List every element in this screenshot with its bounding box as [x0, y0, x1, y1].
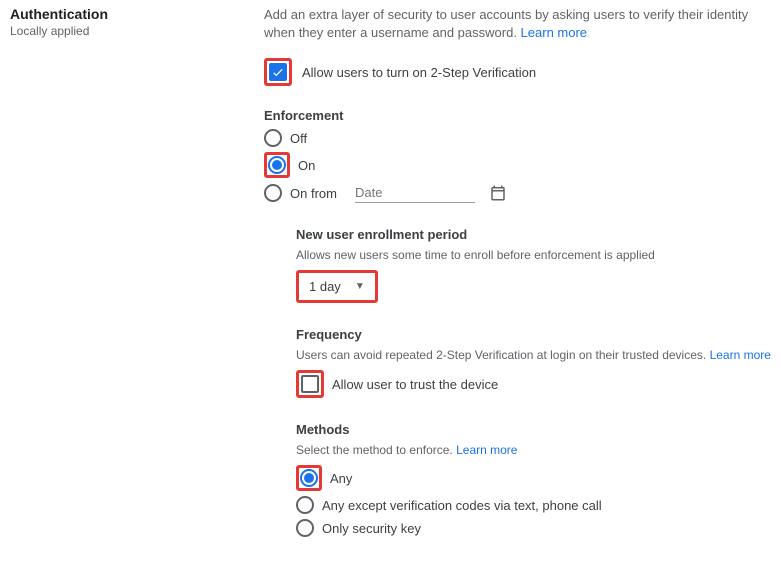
methods-any-label: Any: [330, 471, 352, 486]
chevron-down-icon: ▼: [355, 281, 365, 292]
enrollment-title: New user enrollment period: [296, 227, 771, 242]
methods-sub: Select the method to enforce. Learn more: [296, 443, 771, 457]
description-text: Add an extra layer of security to user a…: [264, 7, 748, 40]
auth-title: Authentication: [10, 6, 264, 22]
enrollment-dropdown[interactable]: 1 day ▼: [299, 273, 375, 300]
calendar-icon[interactable]: [489, 184, 507, 202]
highlight-box: 1 day ▼: [296, 270, 378, 303]
trust-device-label: Allow user to trust the device: [332, 377, 498, 392]
frequency-sub: Users can avoid repeated 2-Step Verifica…: [296, 348, 771, 362]
enforcement-onfrom-label: On from: [290, 186, 337, 201]
description: Add an extra layer of security to user a…: [264, 6, 771, 42]
frequency-title: Frequency: [296, 327, 771, 342]
enforcement-title: Enforcement: [264, 108, 771, 123]
learn-more-link[interactable]: Learn more: [521, 25, 587, 40]
highlight-box: [296, 465, 322, 491]
methods-learn-more-link[interactable]: Learn more: [456, 443, 517, 457]
methods-except-label: Any except verification codes via text, …: [322, 498, 602, 513]
enrollment-dropdown-value: 1 day: [309, 279, 341, 294]
frequency-learn-more-link[interactable]: Learn more: [710, 348, 771, 362]
highlight-box: [264, 152, 290, 178]
check-icon: [271, 65, 285, 79]
frequency-sub-text: Users can avoid repeated 2-Step Verifica…: [296, 348, 710, 362]
methods-title: Methods: [296, 422, 771, 437]
methods-sub-text: Select the method to enforce.: [296, 443, 456, 457]
enrollment-sub: Allows new users some time to enroll bef…: [296, 248, 771, 262]
methods-any-radio[interactable]: [300, 469, 318, 487]
methods-except-radio[interactable]: [296, 496, 314, 514]
trust-device-checkbox[interactable]: [301, 375, 319, 393]
highlight-box: [264, 58, 292, 86]
auth-scope: Locally applied: [10, 24, 264, 38]
enforcement-onfrom-radio[interactable]: [264, 184, 282, 202]
highlight-box: [296, 370, 324, 398]
enforcement-on-radio[interactable]: [268, 156, 286, 174]
allow-2sv-label: Allow users to turn on 2-Step Verificati…: [302, 65, 536, 80]
enforcement-date-input[interactable]: [355, 183, 475, 203]
allow-2sv-checkbox[interactable]: [269, 63, 287, 81]
methods-onlykey-label: Only security key: [322, 521, 421, 536]
enforcement-on-label: On: [298, 158, 315, 173]
methods-onlykey-radio[interactable]: [296, 519, 314, 537]
enforcement-off-radio[interactable]: [264, 129, 282, 147]
enforcement-off-label: Off: [290, 131, 307, 146]
